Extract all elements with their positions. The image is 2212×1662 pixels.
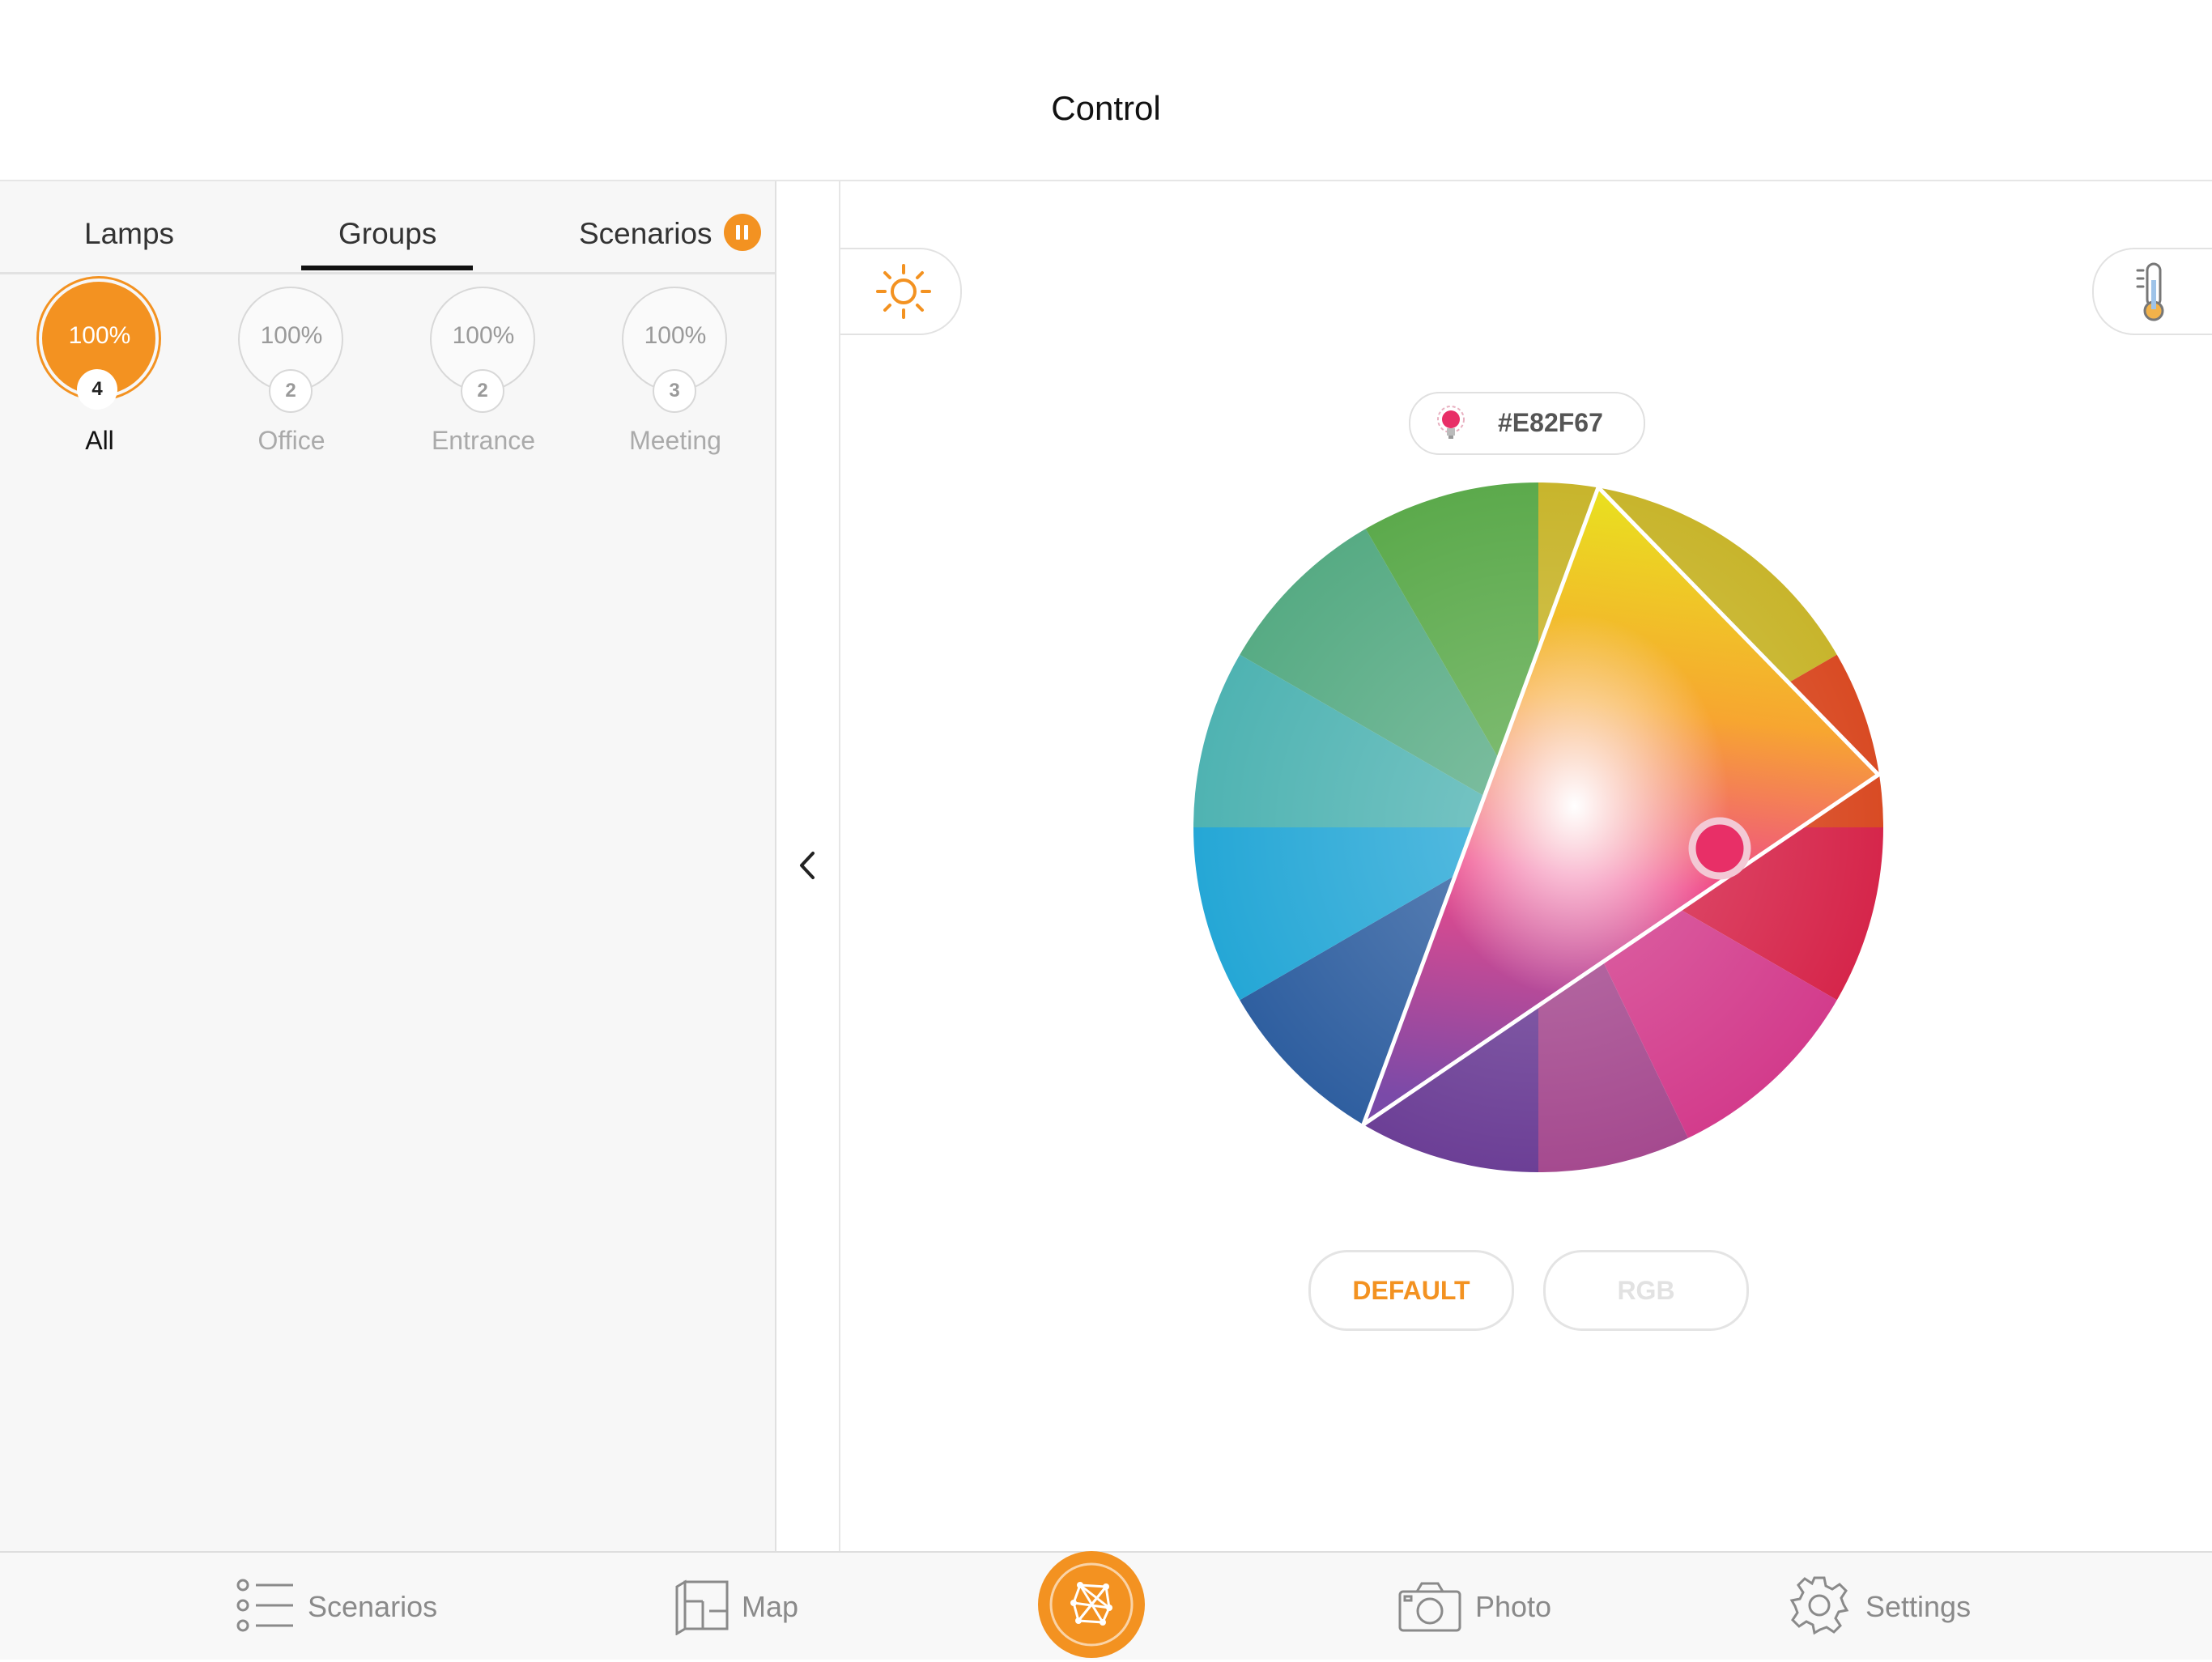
page-title: Control (1051, 89, 1161, 127)
rgb-button[interactable]: RGB (1543, 1250, 1749, 1331)
nav-photo[interactable]: Photo (1397, 1574, 1559, 1639)
color-picker-handle (1688, 817, 1751, 880)
group-brightness: 100% (260, 322, 323, 349)
nav-label: Settings (1865, 1590, 1972, 1623)
nav-label: Photo (1475, 1590, 1552, 1623)
pause-badge-icon[interactable] (724, 214, 761, 251)
group-lamp-count: 3 (653, 369, 696, 413)
sun-icon (876, 264, 931, 319)
group-lamp-count: 2 (461, 369, 504, 413)
color-value-pill[interactable]: #E82F67 (1409, 392, 1645, 455)
network-home-button[interactable] (1038, 1551, 1145, 1658)
group-name: All (85, 426, 114, 455)
group-brightness: 100% (644, 322, 707, 349)
color-wheel[interactable] (1192, 481, 1885, 1174)
collapse-panel-button[interactable] (793, 847, 823, 884)
group-all[interactable]: 100% 4 All (39, 278, 160, 457)
temperature-mode-button[interactable] (2092, 248, 2212, 335)
default-button[interactable]: DEFAULT (1308, 1250, 1514, 1331)
group-lamp-count: 2 (269, 369, 313, 413)
thermometer-icon (2136, 262, 2164, 321)
top-bar: Control (0, 0, 2212, 181)
groups-panel: Lamps Groups Scenarios 100% 4 All 100% 2… (0, 181, 776, 1551)
camera-icon (1398, 1582, 1461, 1632)
group-brightness: 100% (68, 322, 131, 349)
network-icon (1049, 1562, 1134, 1647)
tab-lamps[interactable]: Lamps (84, 217, 174, 251)
hex-value: #E82F67 (1498, 408, 1603, 437)
nav-label: Scenarios (308, 1590, 438, 1623)
group-lamp-count: 4 (77, 369, 117, 410)
nav-label: Map (742, 1590, 799, 1623)
group-meeting[interactable]: 100% 3 Meeting (615, 287, 736, 457)
tab-scenarios[interactable]: Scenarios (579, 217, 713, 251)
gear-icon (1789, 1576, 1849, 1635)
group-name: Meeting (629, 426, 721, 455)
nav-scenarios[interactable]: Scenarios (235, 1574, 445, 1639)
tab-bar: Lamps Groups Scenarios (0, 181, 775, 274)
group-name: Entrance (431, 426, 536, 455)
color-control-area: #E82F67 DEFAULT RGB (839, 181, 2212, 1551)
floorplan-icon (675, 1579, 729, 1635)
chevron-left-icon (800, 852, 815, 879)
brightness-mode-button[interactable] (840, 248, 962, 335)
group-name: Office (257, 426, 325, 455)
bulb-icon (1437, 406, 1465, 439)
group-office[interactable]: 100% 2 Office (231, 287, 352, 457)
tab-groups[interactable]: Groups (338, 217, 436, 251)
nav-map[interactable]: Map (674, 1574, 819, 1639)
list-icon (236, 1579, 293, 1632)
nav-settings[interactable]: Settings (1788, 1574, 1990, 1639)
group-entrance[interactable]: 100% 2 Entrance (423, 287, 544, 457)
active-tab-indicator (301, 266, 473, 270)
group-brightness: 100% (452, 322, 515, 349)
